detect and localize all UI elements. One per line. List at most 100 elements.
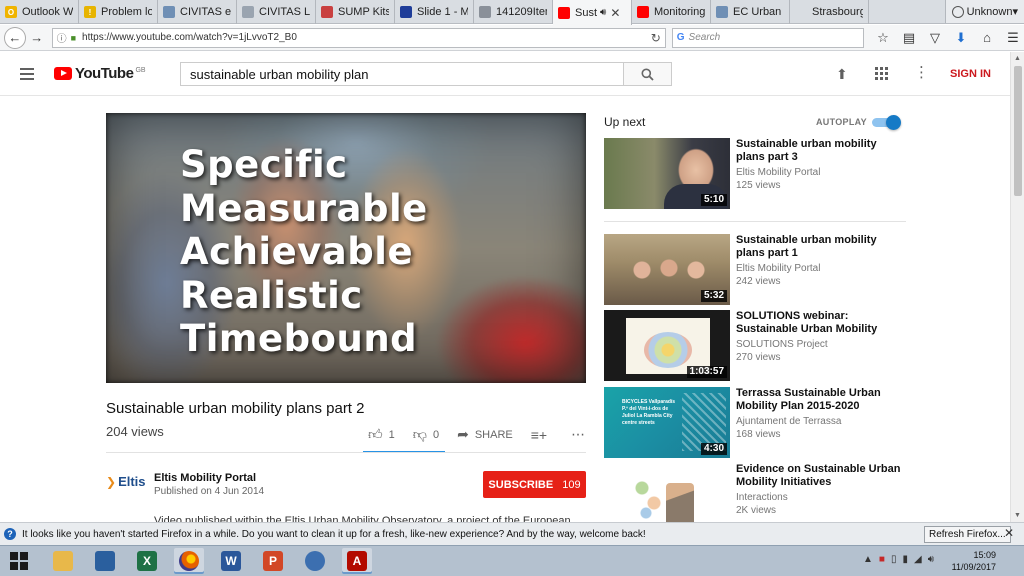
recommended-views: 2K views (736, 505, 777, 516)
video-player[interactable]: Specific Measurable Achievable Realistic… (106, 113, 586, 383)
scroll-thumb[interactable] (1014, 66, 1022, 196)
browser-tab[interactable]: CIVITAS Lea (237, 0, 316, 24)
browser-tab[interactable]: 141209Item (474, 0, 553, 24)
dislike-button[interactable]: 👎︎ 0 (413, 426, 439, 443)
notification-bar: ? It looks like you haven't started Fire… (0, 522, 1024, 545)
google-icon: G (676, 32, 685, 43)
subscribe-button[interactable]: SUBSCRIBE 109 (483, 471, 586, 498)
sign-in-button[interactable]: SIGN IN (950, 68, 991, 80)
browser-tab[interactable]: ! Problem loa (79, 0, 158, 24)
network-signal-icon[interactable]: ◢ (914, 554, 922, 565)
recommended-title[interactable]: SOLUTIONS webinar: Sustainable Urban Mob… (736, 310, 906, 335)
recommended-video[interactable]: 1:03:57 SOLUTIONS webinar: Sustainable U… (604, 310, 906, 382)
scroll-up-icon[interactable]: ▲ (1014, 55, 1021, 62)
channel-avatar[interactable]: ❯ Eltis (106, 474, 146, 489)
reader-icon[interactable]: ▤ (898, 27, 920, 49)
taskbar-app[interactable]: W (216, 548, 246, 574)
like-button[interactable]: 👍︎ 1 (368, 426, 395, 443)
browser-tab[interactable]: Strasbourg - 2 (790, 0, 869, 24)
video-thumbnail[interactable]: 5:10 (604, 138, 730, 209)
recommended-channel: Eltis Mobility Portal (736, 167, 821, 178)
tab-label: Problem loa (101, 6, 152, 18)
sump-icon (321, 6, 333, 18)
volume-icon[interactable]: 🔊︎ (928, 554, 934, 565)
video-thumbnail[interactable]: BICYCLES Vallparadís P.º del Vint-i-dos … (604, 387, 730, 458)
video-thumbnail[interactable] (604, 463, 730, 522)
taskbar-app[interactable] (90, 548, 120, 574)
audio-playing-icon[interactable]: 🔊︎ (600, 7, 606, 18)
browser-tab[interactable]: SUMP Kits | (316, 0, 395, 24)
back-button[interactable]: ← (4, 26, 26, 49)
close-icon[interactable]: ✕ (1004, 526, 1014, 540)
search-box[interactable]: G Search (671, 27, 864, 48)
pocket-icon[interactable]: ▽ (924, 27, 946, 49)
browser-tab[interactable]: CIVITAS e-c (158, 0, 237, 24)
taskbar: X W P A ▲ ■ ▯ ▮ ◢ 🔊︎ 15:09 11/09/2017 (0, 545, 1024, 576)
eltis-mark-icon: ❯ (106, 474, 117, 489)
recommended-title[interactable]: Terrassa Sustainable Urban Mobility Plan… (736, 387, 906, 412)
home-icon[interactable]: ⌂ (976, 27, 998, 49)
document-icon (479, 6, 491, 18)
system-clock[interactable]: 15:09 11/09/2017 (952, 549, 996, 573)
youtube-search-input[interactable]: sustainable urban mobility plan (180, 62, 624, 86)
taskbar-app[interactable]: X (132, 548, 162, 574)
usb-icon[interactable]: ▯ (891, 554, 897, 565)
search-placeholder: Search (688, 32, 721, 43)
scroll-down-icon[interactable]: ▼ (1014, 512, 1021, 519)
show-hidden-icons-icon[interactable]: ▲ (863, 554, 873, 565)
menu-icon[interactable]: ☰ (1002, 27, 1024, 49)
youtube-icon (558, 6, 570, 19)
add-to-playlist-button[interactable]: ≡+ (531, 427, 553, 443)
recommended-video[interactable]: 5:32 Sustainable urban mobility plans pa… (604, 234, 906, 306)
taskbar-app[interactable]: A (342, 548, 372, 574)
url-bar[interactable]: ⓘ ■ https://www.youtube.com/watch?v=1jLv… (51, 27, 666, 48)
taskbar-app[interactable] (300, 548, 330, 574)
video-duration: 4:30 (700, 443, 727, 455)
profile-button[interactable]: Unknown ▾ (944, 0, 1024, 23)
forward-button[interactable]: → (26, 27, 48, 49)
recommended-title[interactable]: Evidence on Sustainable Urban Mobility I… (736, 463, 906, 488)
divider (604, 221, 906, 222)
more-actions-button[interactable]: ⋯ (571, 426, 592, 443)
share-button[interactable]: ➦ SHARE (457, 426, 513, 443)
channel-name[interactable]: Eltis Mobility Portal (154, 472, 256, 484)
lock-icon[interactable]: ■ (71, 33, 76, 43)
browser-tab[interactable]: Sust 🔊︎ ✕ (553, 0, 632, 25)
security-icon[interactable]: ■ (879, 554, 885, 565)
browser-tab[interactable]: Monitoring (632, 0, 711, 24)
apps-grid-icon[interactable] (875, 67, 888, 80)
info-icon[interactable]: ⓘ (57, 30, 67, 45)
warning-icon: ! (84, 6, 96, 18)
reload-icon[interactable]: ↻ (651, 31, 661, 45)
recommended-title[interactable]: Sustainable urban mobility plans part 3 (736, 138, 906, 163)
taskbar-app[interactable] (48, 548, 78, 574)
recommended-video[interactable]: BICYCLES Vallparadís P.º del Vint-i-dos … (604, 387, 906, 459)
guide-menu-icon[interactable] (20, 67, 34, 80)
battery-icon[interactable]: ▮ (902, 554, 908, 565)
browser-tab[interactable]: EC Urban M (711, 0, 790, 24)
taskbar-app[interactable]: P (258, 548, 288, 574)
youtube-logo[interactable]: YouTube GB (54, 65, 146, 82)
download-icon[interactable]: ⬇ (950, 27, 972, 49)
recommended-video[interactable]: 5:10 Sustainable urban mobility plans pa… (604, 138, 906, 210)
youtube-search-button[interactable] (624, 62, 672, 86)
recommended-video[interactable]: Evidence on Sustainable Urban Mobility I… (604, 463, 906, 522)
close-tab-icon[interactable]: ✕ (610, 6, 620, 20)
like-count: 1 (388, 428, 395, 441)
word-icon: W (221, 551, 241, 571)
video-overlay-text: Specific Measurable Achievable Realistic… (180, 143, 428, 361)
windows-start-icon[interactable] (10, 552, 28, 570)
autoplay-toggle[interactable] (872, 115, 901, 130)
browser-tab[interactable]: O Outlook We (0, 0, 79, 24)
video-thumbnail[interactable]: 1:03:57 (604, 310, 730, 381)
upload-icon[interactable]: ⬆ (836, 66, 848, 83)
more-options-icon[interactable]: ⋮ (914, 65, 929, 81)
browser-tab[interactable]: Slide 1 - Mo (395, 0, 474, 24)
refresh-firefox-button[interactable]: Refresh Firefox... (924, 526, 1011, 543)
bookmark-star-icon[interactable]: ☆ (872, 27, 894, 49)
taskbar-app[interactable] (174, 548, 204, 574)
search-icon (641, 68, 654, 81)
video-thumbnail[interactable]: 5:32 (604, 234, 730, 305)
recommended-title[interactable]: Sustainable urban mobility plans part 1 (736, 234, 906, 259)
page-scrollbar[interactable]: ▲ ▼ (1010, 52, 1024, 522)
